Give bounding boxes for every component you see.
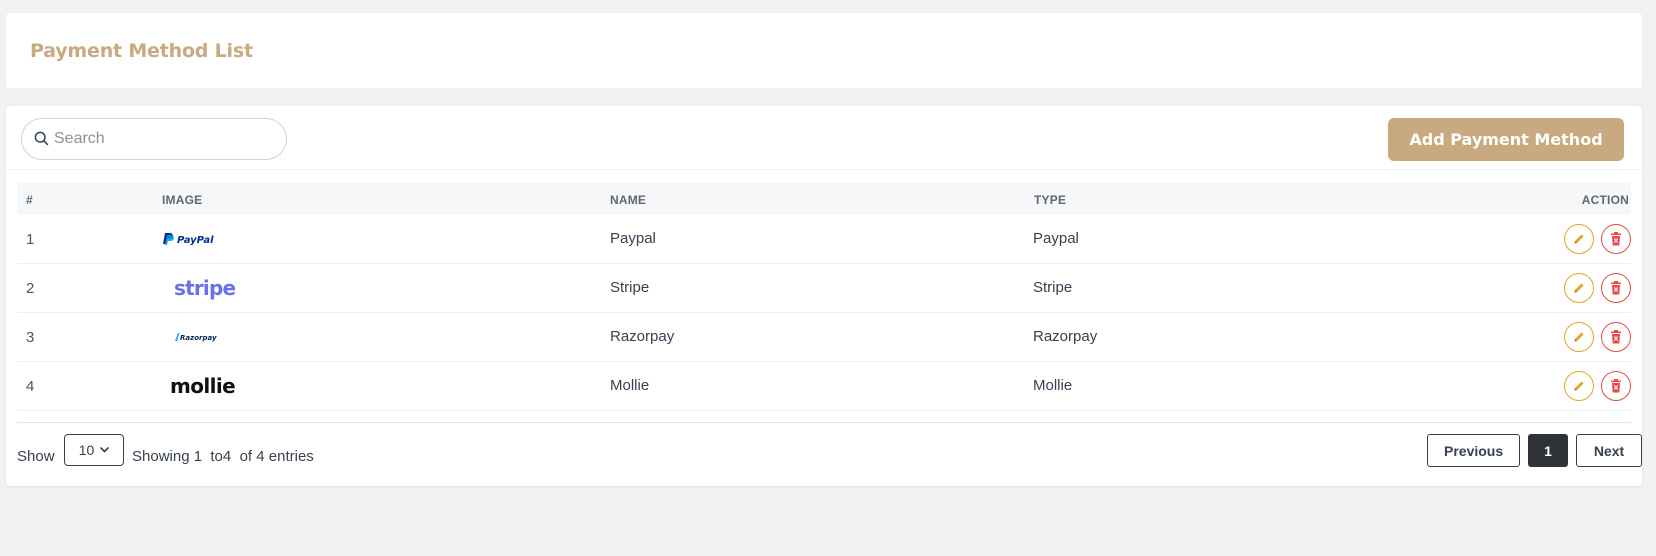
stripe-logo: stripe	[174, 276, 236, 300]
table-row: 3 Razorpay Razorpay Razorpay	[17, 313, 1631, 362]
pencil-icon	[1574, 332, 1584, 342]
trash-icon	[1611, 330, 1621, 344]
edit-button[interactable]	[1564, 371, 1594, 401]
trash-icon	[1611, 379, 1621, 393]
svg-text:Razorpay: Razorpay	[180, 334, 217, 342]
column-header-image: IMAGE	[162, 193, 203, 207]
method-type: Mollie	[1033, 377, 1073, 394]
column-header-name: NAME	[610, 193, 647, 207]
method-name: Paypal	[610, 230, 656, 247]
trash-icon	[1611, 232, 1621, 246]
page-1-button[interactable]: 1	[1528, 434, 1568, 467]
method-type: Paypal	[1033, 230, 1079, 247]
trash-icon	[1611, 281, 1621, 295]
column-header-action: ACTION	[1581, 193, 1629, 207]
delete-button[interactable]	[1601, 273, 1631, 303]
method-type: Stripe	[1033, 279, 1073, 296]
edit-button[interactable]	[1564, 273, 1594, 303]
razorpay-logo: Razorpay	[162, 313, 224, 361]
page-size-select[interactable]: 10	[64, 434, 124, 466]
chevron-down-icon	[100, 447, 110, 453]
column-header-num: #	[26, 193, 33, 207]
delete-button[interactable]	[1601, 224, 1631, 254]
payment-methods-card: Add Payment Method # IMAGE NAME TYPE ACT…	[6, 106, 1642, 486]
row-number: 1	[26, 231, 35, 248]
column-header-type: TYPE	[1034, 193, 1067, 207]
row-actions	[1564, 371, 1631, 401]
delete-button[interactable]	[1601, 371, 1631, 401]
delete-button[interactable]	[1601, 322, 1631, 352]
method-type: Razorpay	[1033, 328, 1098, 345]
page-title: Payment Method List	[30, 40, 253, 62]
row-number: 4	[26, 378, 35, 395]
page-header: Payment Method List	[6, 13, 1642, 88]
method-name: Razorpay	[610, 328, 675, 345]
row-number: 3	[26, 329, 35, 346]
pencil-icon	[1574, 381, 1584, 391]
svg-text:PayPal: PayPal	[177, 235, 214, 246]
page-size-value: 10	[78, 442, 95, 458]
entries-info: Showing 1 to4 of 4 entries	[132, 448, 314, 465]
table-header: # IMAGE NAME TYPE ACTION	[17, 183, 1631, 215]
add-payment-method-button[interactable]: Add Payment Method	[1388, 118, 1624, 161]
row-number: 2	[26, 280, 35, 297]
method-name: Mollie	[610, 377, 650, 394]
search-input[interactable]	[54, 127, 274, 151]
table-row: 2 stripe Stripe Stripe	[17, 264, 1631, 313]
toolbar: Add Payment Method	[6, 106, 1642, 170]
mollie-logo: mollie	[170, 374, 236, 398]
table-row: 4 mollie Mollie Mollie	[17, 362, 1631, 411]
method-name: Stripe	[610, 279, 650, 296]
pencil-icon	[1574, 283, 1584, 293]
previous-page-button[interactable]: Previous	[1427, 434, 1520, 467]
row-actions	[1564, 273, 1631, 303]
search-box[interactable]	[21, 118, 287, 160]
table-footer: Show 10 Showing 1 to4 of 4 entries Previ…	[6, 422, 1642, 486]
divider	[17, 422, 1631, 423]
edit-button[interactable]	[1564, 322, 1594, 352]
row-actions	[1564, 322, 1631, 352]
search-icon	[34, 131, 49, 146]
pagination: Previous 1 Next	[1427, 434, 1642, 467]
next-page-button[interactable]: Next	[1576, 434, 1642, 467]
paypal-logo: PayPal	[162, 215, 218, 263]
show-label: Show	[17, 448, 55, 465]
row-actions	[1564, 224, 1631, 254]
edit-button[interactable]	[1564, 224, 1594, 254]
payment-methods-table: # IMAGE NAME TYPE ACTION 1 PayPal Paypal…	[17, 183, 1631, 411]
pencil-icon	[1574, 234, 1584, 244]
table-row: 1 PayPal Paypal Paypal	[17, 215, 1631, 264]
